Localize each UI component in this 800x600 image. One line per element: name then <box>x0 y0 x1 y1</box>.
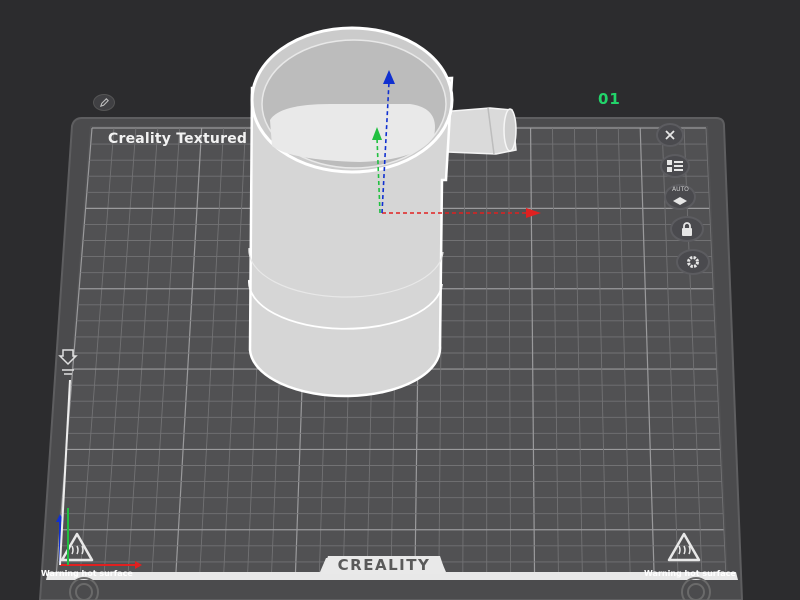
close-icon <box>665 130 675 140</box>
plate-settings-button[interactable] <box>676 249 710 275</box>
arrange-button[interactable] <box>660 154 690 178</box>
plate-name: Creality Textured <box>108 131 248 147</box>
gear-icon <box>687 256 699 268</box>
pencil-icon <box>99 98 109 108</box>
auto-orient-label: AUTO <box>672 186 689 193</box>
3d-viewport[interactable] <box>0 0 800 600</box>
edit-plate-name-button[interactable] <box>93 94 115 111</box>
plate-index: 01 <box>598 90 621 108</box>
lock-icon <box>682 222 692 236</box>
close-button[interactable] <box>656 123 684 147</box>
lock-button[interactable] <box>670 216 704 242</box>
list-icon <box>667 160 683 172</box>
hot-surface-warning-left: Warning hot surface <box>41 569 133 578</box>
brand-logo-text: CREALITY <box>337 556 431 574</box>
auto-orient-icon <box>673 197 687 205</box>
model-inner-floor <box>270 104 435 162</box>
hot-surface-warning-right: Warning hot surface <box>644 569 736 578</box>
model-port-opening <box>503 108 517 152</box>
